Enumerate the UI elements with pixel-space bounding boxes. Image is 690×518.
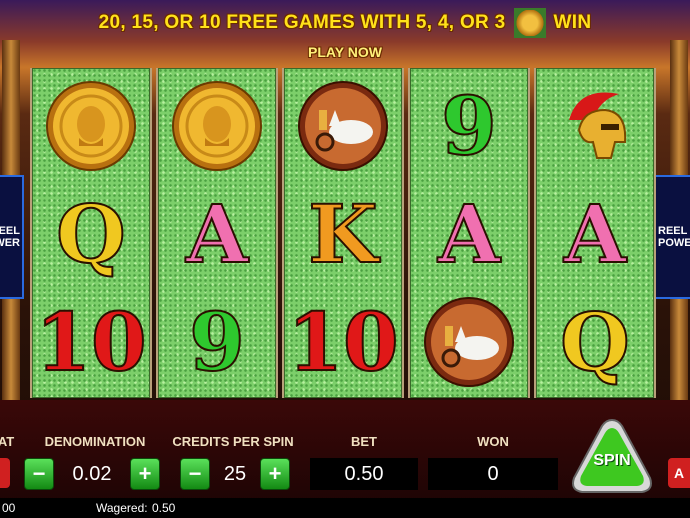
denomination-decrease-button[interactable]: − <box>24 458 54 490</box>
helmet-symbol <box>540 74 650 178</box>
left-edge-button[interactable] <box>0 458 10 488</box>
reel-3: K 10 <box>282 68 404 398</box>
ace-symbol: A <box>563 187 627 281</box>
nine-symbol: 9 <box>188 295 246 389</box>
slot-game-stage: 20, 15, OR 10 FREE GAMES WITH 5, 4, OR 3… <box>0 0 690 518</box>
status-left-value: 00 <box>2 501 16 515</box>
status-bar: 00 Wagered: 0.50 <box>0 498 690 518</box>
spin-button[interactable]: SPIN <box>570 418 654 498</box>
denomination-increase-button[interactable]: + <box>130 458 160 490</box>
pompeii-coin-icon <box>46 81 136 171</box>
left-edge-label: AT <box>0 434 15 449</box>
reel-1: Q 10 <box>30 68 152 398</box>
ten-symbol: 10 <box>34 295 147 389</box>
denomination-label: DENOMINATION <box>44 434 146 449</box>
queen-symbol: Q <box>55 187 127 281</box>
reel-power-label: REEL POWER <box>0 225 20 249</box>
credits-increase-button[interactable]: + <box>260 458 290 490</box>
right-edge-button[interactable]: A <box>668 458 690 488</box>
coin-symbol <box>162 74 272 178</box>
chariot-symbol <box>414 290 524 394</box>
ace-symbol: A <box>437 187 501 281</box>
wagered-value: 0.50 <box>152 501 176 515</box>
ace-symbol: A <box>185 187 249 281</box>
spin-label: SPIN <box>593 452 631 469</box>
coin-symbol <box>36 74 146 178</box>
ten-symbol: 10 <box>286 295 399 389</box>
credits-per-spin-label: CREDITS PER SPIN <box>172 434 294 449</box>
credits-per-spin-value: 25 <box>223 462 247 485</box>
helmet-icon <box>569 92 627 159</box>
free-games-banner: 20, 15, OR 10 FREE GAMES WITH 5, 4, OR 3… <box>0 8 690 60</box>
bet-value: 0.50 <box>310 458 418 490</box>
banner-win-text: WIN <box>553 12 592 33</box>
credits-decrease-button[interactable]: − <box>180 458 210 490</box>
king-symbol: K <box>307 187 379 281</box>
chariot-symbol <box>288 74 398 178</box>
right-edge-label: A <box>674 465 685 481</box>
pompeii-coin-icon <box>513 8 546 38</box>
nine-symbol: 9 <box>440 79 498 173</box>
queen-symbol: Q <box>559 295 631 389</box>
won-value: 0 <box>428 458 558 490</box>
pompeii-coin-icon <box>172 81 262 171</box>
denomination-value: 0.02 <box>72 462 112 485</box>
reel-5: A Q <box>534 68 656 398</box>
bet-label: BET <box>351 434 377 449</box>
reel-2: A 9 <box>156 68 278 398</box>
chariot-icon <box>298 81 388 171</box>
banner-text: 20, 15, OR 10 FREE GAMES WITH 5, 4, OR 3 <box>98 12 506 33</box>
chariot-icon <box>424 297 514 387</box>
wagered-label: Wagered: <box>96 501 148 515</box>
won-label: WON <box>477 434 509 449</box>
play-now-text: PLAY NOW <box>308 44 382 60</box>
reel-power-panel-left: REEL POWER <box>0 175 24 299</box>
reel-4: 9 A <box>408 68 530 398</box>
reels-area: Q 10 A 9 K 10 9 A A Q <box>30 68 678 398</box>
